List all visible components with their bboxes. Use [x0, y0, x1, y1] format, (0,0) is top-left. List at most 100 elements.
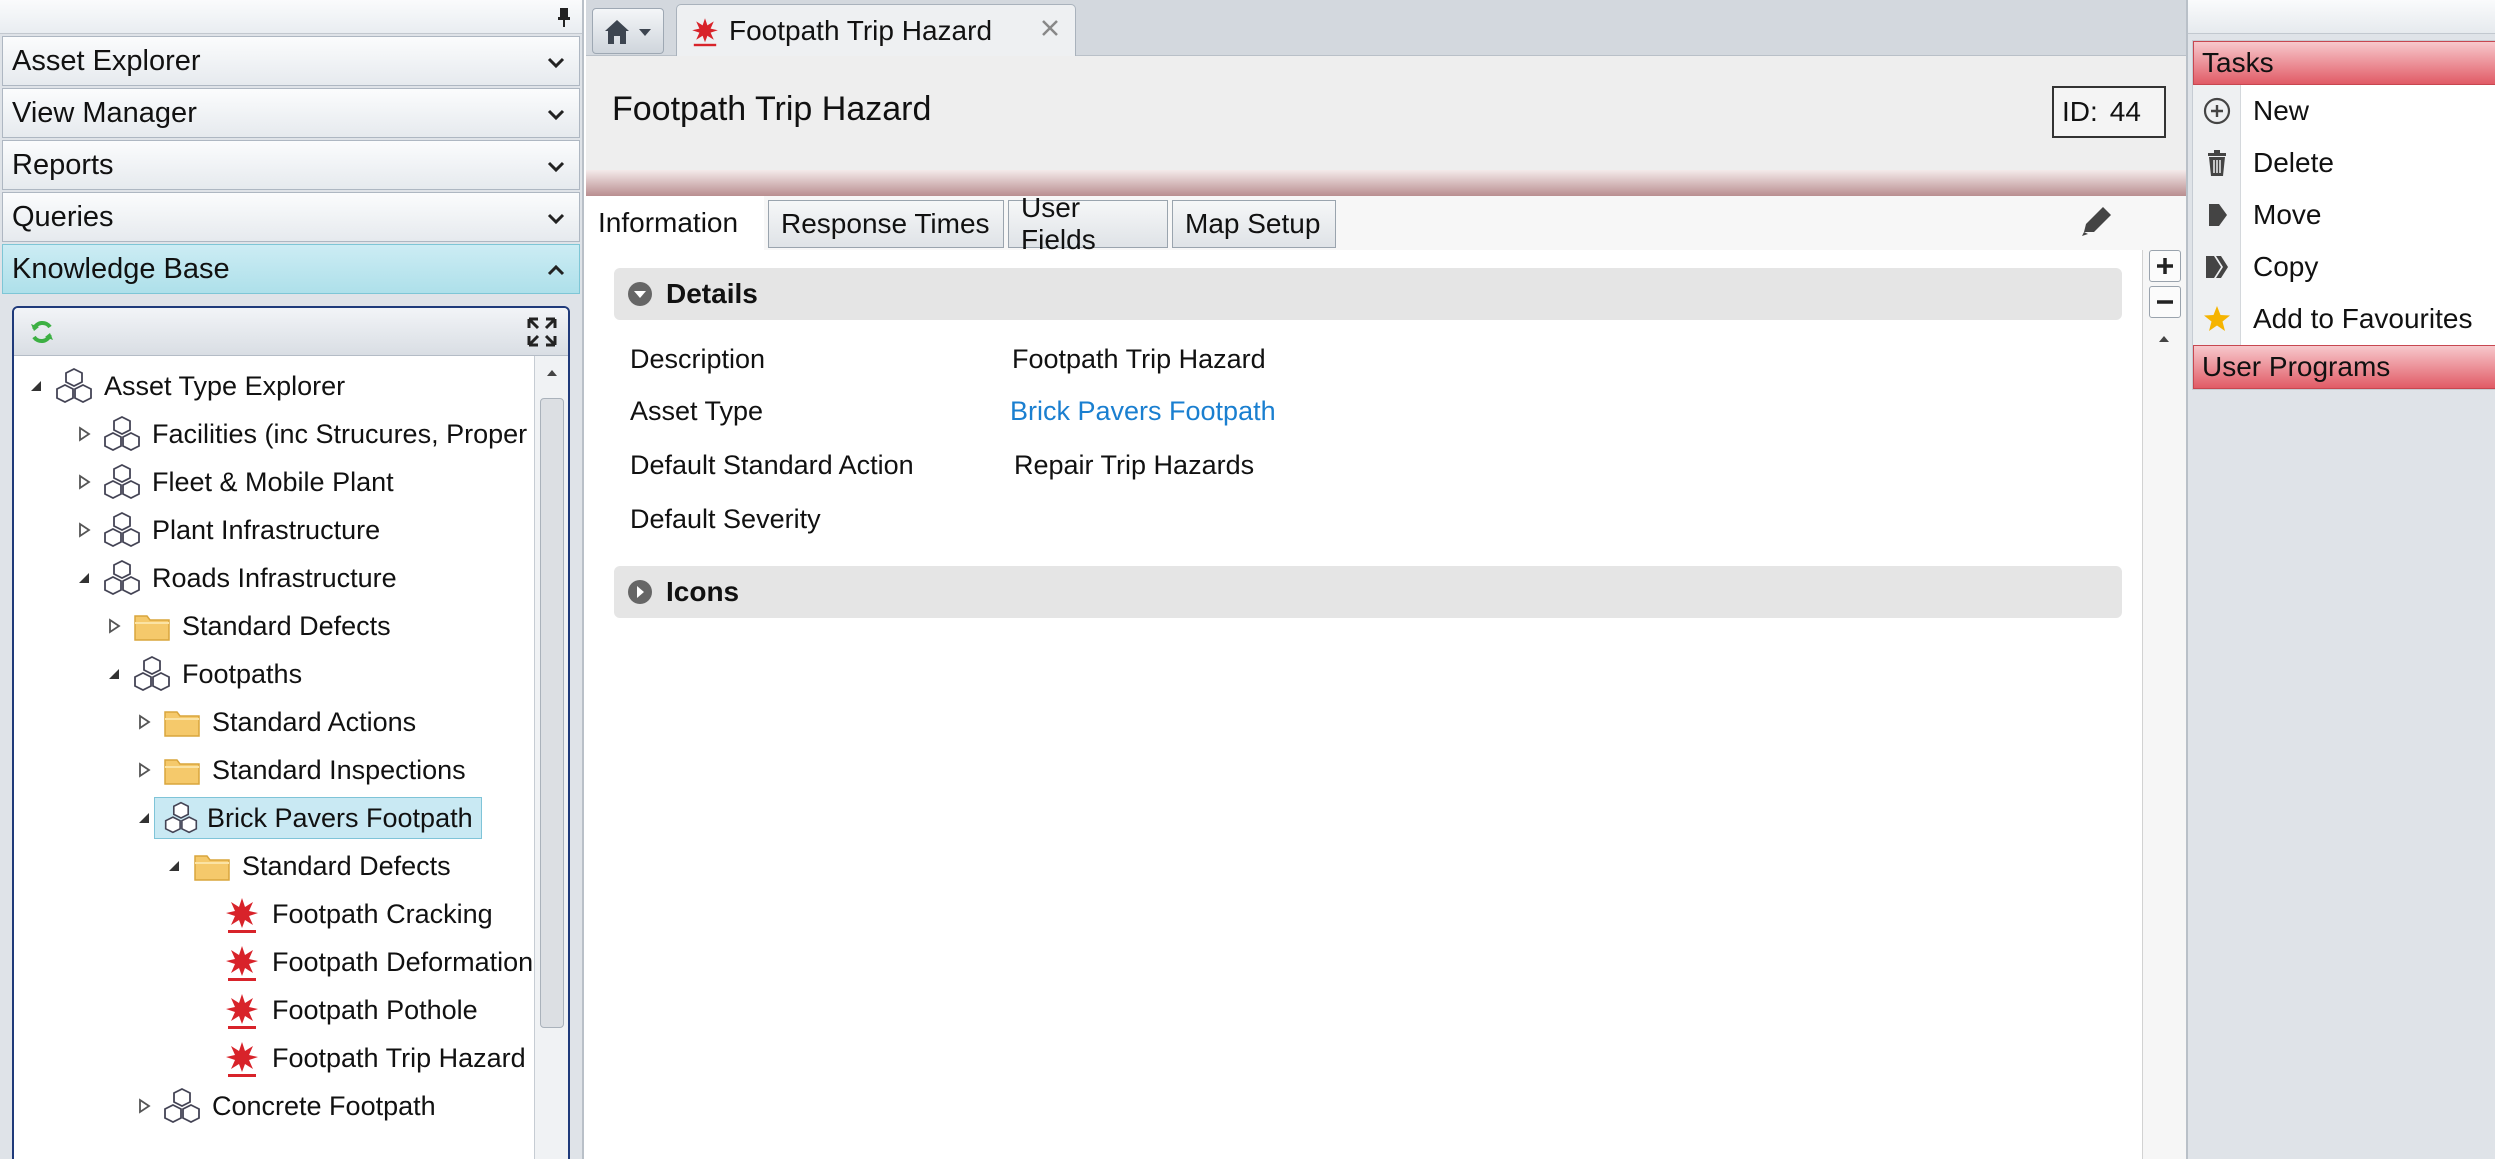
collapsed-triangle-icon[interactable]: [74, 520, 94, 540]
tab-information[interactable]: Information: [586, 196, 764, 250]
id-label: ID:: [2062, 96, 2098, 127]
tab-map-setup[interactable]: Map Setup: [1172, 200, 1336, 248]
defect-icon: [226, 946, 258, 981]
tab-response-times[interactable]: Response Times: [768, 200, 1004, 248]
scroll-up-icon[interactable]: [545, 366, 559, 380]
tree-node[interactable]: Footpath Pothole: [222, 988, 478, 1032]
tree-node[interactable]: Standard Defects: [164, 844, 451, 888]
task-delete[interactable]: Delete: [2193, 137, 2495, 189]
field-label-description: Description: [630, 344, 766, 374]
collapsed-triangle-icon[interactable]: [74, 472, 94, 492]
folder-icon: [194, 855, 230, 881]
tree-node-selected[interactable]: Brick Pavers Footpath: [134, 796, 482, 840]
collapsed-triangle-icon[interactable]: [104, 616, 124, 636]
accordion-view-manager[interactable]: View Manager: [2, 88, 580, 138]
expand-collapse-bar: [2142, 250, 2186, 1159]
scroll-up-icon[interactable]: [2157, 332, 2171, 346]
task-copy[interactable]: Copy: [2193, 241, 2495, 293]
expanded-triangle-icon[interactable]: [134, 808, 154, 828]
collapsed-triangle-icon[interactable]: [134, 760, 154, 780]
accordion-label: Reports: [12, 148, 114, 181]
tab-label: Footpath Trip Hazard: [729, 14, 993, 46]
tree-node[interactable]: Roads Infrastructure: [74, 556, 397, 600]
plus-circle-icon: [2203, 97, 2230, 125]
asset-type-icon: [164, 1087, 200, 1124]
edit-pencil-icon[interactable]: [2076, 202, 2116, 242]
close-icon[interactable]: [1039, 17, 1061, 39]
tree-node-label: Footpath Deformation: [272, 946, 534, 977]
task-add-to-favourites[interactable]: Add to Favourites: [2193, 293, 2495, 345]
tree-node[interactable]: Standard Inspections: [134, 748, 466, 792]
chevron-down-icon: [547, 213, 565, 225]
tree-node[interactable]: Footpath Trip Hazard: [222, 1036, 526, 1080]
asset-type-icon: [104, 415, 140, 452]
tree-node[interactable]: Footpath Cracking: [222, 892, 493, 936]
accordion-queries[interactable]: Queries: [2, 192, 580, 242]
tree-node-label: Plant Infrastructure: [152, 514, 381, 545]
collapse-all-button[interactable]: [2149, 286, 2181, 318]
copy-icon: [2205, 256, 2228, 278]
move-icon: [2208, 204, 2227, 226]
asset-type-icon: [134, 655, 170, 692]
refresh-icon[interactable]: [28, 318, 56, 346]
collapsed-triangle-icon[interactable]: [134, 712, 154, 732]
tree-node[interactable]: Footpath Deformation: [222, 940, 533, 984]
accordion-asset-explorer[interactable]: Asset Explorer: [2, 36, 580, 86]
tree-node[interactable]: Standard Defects: [104, 604, 391, 648]
field-value-default-standard-action: Repair Trip Hazards: [1014, 450, 1255, 480]
header-divider-band: [586, 170, 2186, 196]
tree-node[interactable]: Facilities (inc Strucures, Proper: [74, 412, 527, 456]
page-title: Footpath Trip Hazard: [612, 90, 932, 128]
tab-label: Information: [598, 207, 739, 238]
tree-node-label: Footpath Cracking: [272, 898, 493, 929]
knowledge-base-panel: Asset Type Explorer Facilities (inc Stru…: [12, 306, 570, 1159]
section-icons-header[interactable]: Icons: [614, 566, 2122, 618]
tasks-header[interactable]: Tasks: [2193, 41, 2495, 85]
task-new[interactable]: New: [2193, 85, 2495, 137]
tab-footpath-trip-hazard[interactable]: Footpath Trip Hazard: [676, 4, 1076, 56]
tree-node-label: Footpath Trip Hazard: [272, 1042, 526, 1073]
defect-icon: [226, 898, 258, 933]
tree-node[interactable]: Footpaths: [104, 652, 302, 696]
collapsed-triangle-icon[interactable]: [134, 1096, 154, 1116]
home-menu-button[interactable]: [592, 8, 664, 54]
home-icon: [605, 20, 651, 44]
trash-icon: [2207, 150, 2226, 176]
accordion-knowledge-base[interactable]: Knowledge Base: [2, 244, 580, 294]
tree-node[interactable]: Plant Infrastructure: [74, 508, 380, 552]
record-tabs: Information Response Times User Fields M…: [586, 192, 2186, 255]
task-icon-cell: [2193, 85, 2241, 137]
asset-type-link[interactable]: Brick Pavers Footpath: [1010, 396, 1276, 427]
tree-node-label: Footpaths: [182, 658, 303, 689]
tree-scrollbar[interactable]: [534, 356, 568, 1159]
tree-node[interactable]: Standard Actions: [134, 700, 416, 744]
collapsed-triangle-icon[interactable]: [74, 424, 94, 444]
task-label: Add to Favourites: [2253, 303, 2473, 334]
tree-node-root[interactable]: Asset Type Explorer: [26, 364, 345, 408]
minus-icon: [2157, 300, 2173, 304]
scrollbar-thumb[interactable]: [540, 398, 564, 1028]
tree-node[interactable]: Fleet & Mobile Plant: [74, 460, 394, 504]
expanded-triangle-icon[interactable]: [74, 568, 94, 588]
tree-node[interactable]: Concrete Footpath: [134, 1084, 436, 1128]
tree-node-label: Standard Defects: [242, 850, 451, 881]
maximize-icon[interactable]: [526, 316, 558, 348]
expand-all-button[interactable]: [2149, 250, 2181, 282]
task-move[interactable]: Move: [2193, 189, 2495, 241]
user-programs-header[interactable]: User Programs: [2193, 345, 2495, 389]
expanded-triangle-icon[interactable]: [26, 376, 46, 396]
chevron-down-icon: [547, 109, 565, 121]
field-label-default-standard-action: Default Standard Action: [630, 450, 914, 480]
task-label: Move: [2253, 199, 2322, 230]
pin-icon[interactable]: [554, 6, 574, 28]
accordion-label: View Manager: [12, 96, 197, 129]
tab-user-fields[interactable]: User Fields: [1008, 192, 1168, 255]
section-details-header[interactable]: Details: [614, 268, 2122, 320]
expanded-triangle-icon[interactable]: [104, 664, 124, 684]
accordion-reports[interactable]: Reports: [2, 140, 580, 190]
tree-node-label: Fleet & Mobile Plant: [152, 466, 394, 497]
expanded-triangle-icon[interactable]: [164, 856, 184, 876]
main-content: Footpath Trip Hazard Footpath Trip Hazar…: [586, 0, 2186, 1159]
right-panel-header: [2188, 0, 2495, 34]
chevron-up-icon: [547, 264, 565, 276]
